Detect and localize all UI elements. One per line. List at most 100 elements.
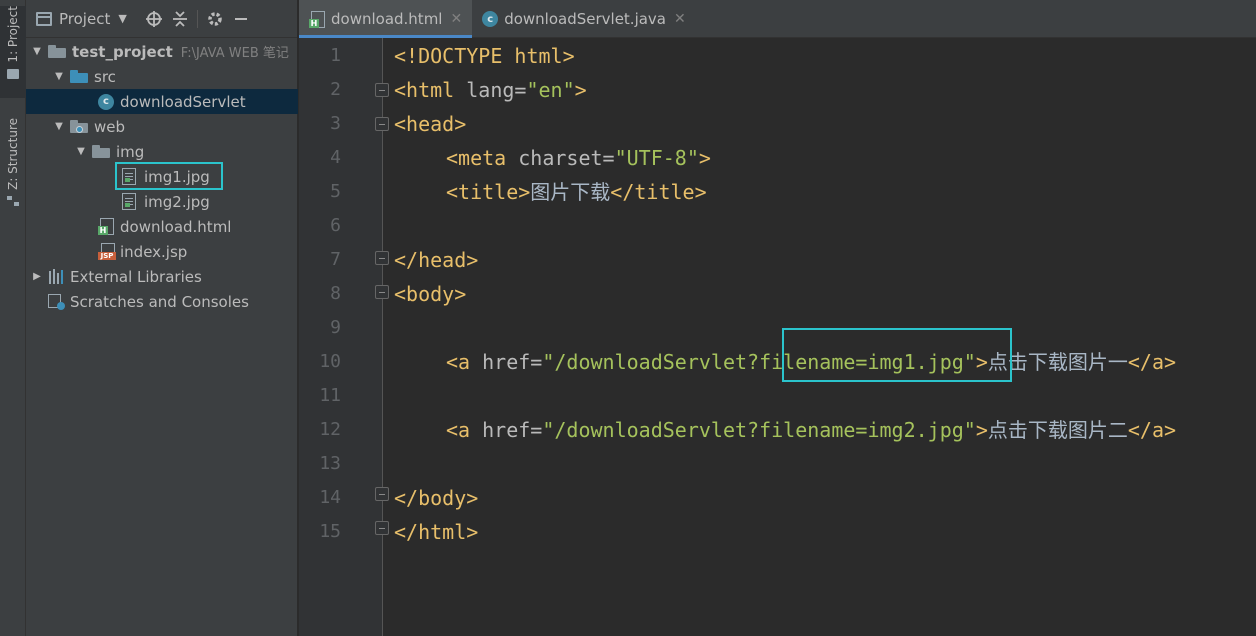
java-class-icon: c bbox=[98, 93, 114, 110]
fold-marker-icon[interactable] bbox=[375, 285, 389, 299]
line-number: 9 bbox=[330, 317, 341, 338]
tree-item-label: download.html bbox=[120, 217, 232, 236]
html-file-icon bbox=[98, 218, 114, 235]
tab-downloadservlet-java[interactable]: c downloadServlet.java ✕ bbox=[472, 0, 696, 38]
code-token: "en" bbox=[526, 78, 575, 102]
tree-item-label: img bbox=[116, 142, 145, 161]
module-folder-icon bbox=[48, 45, 66, 58]
line-number: 12 bbox=[319, 419, 341, 440]
tree-item-label: img1.jpg bbox=[144, 167, 210, 186]
structure-tool-tab-label: Z: Structure bbox=[6, 118, 20, 190]
tree-item-external-libraries[interactable]: ▶ External Libraries bbox=[26, 264, 298, 289]
line-number: 4 bbox=[330, 147, 341, 168]
code-line-4: <meta charset="UTF-8"> bbox=[446, 141, 711, 175]
code-token: <html bbox=[394, 78, 455, 102]
chevron-right-icon[interactable]: ▶ bbox=[30, 271, 44, 282]
code-token: </a> bbox=[1127, 418, 1177, 442]
project-view-icon bbox=[36, 11, 52, 26]
fold-marker-icon[interactable] bbox=[375, 251, 389, 265]
html-file-icon bbox=[309, 10, 325, 28]
code-line-3: <head> bbox=[394, 107, 466, 141]
code-editor[interactable]: 1 2 3 4 5 6 7 8 9 10 11 12 13 14 15 <!DO… bbox=[299, 38, 1256, 636]
minimize-icon[interactable] bbox=[228, 6, 254, 32]
line-number: 14 bbox=[319, 487, 341, 508]
line-number: 3 bbox=[330, 113, 341, 134]
code-token: "/downloadServlet?filename=img1.jpg" bbox=[542, 350, 976, 374]
project-tool-icon bbox=[7, 68, 19, 79]
tree-item-web[interactable]: ▼ web bbox=[26, 114, 298, 139]
web-folder-icon bbox=[70, 120, 88, 133]
line-number: 6 bbox=[330, 215, 341, 236]
fold-marker-icon[interactable] bbox=[375, 117, 389, 131]
chevron-down-icon[interactable]: ▼ bbox=[30, 46, 44, 57]
close-icon[interactable]: ✕ bbox=[450, 11, 462, 27]
code-token: 点击下载图片一 bbox=[987, 350, 1128, 374]
locate-target-icon[interactable] bbox=[141, 6, 167, 32]
project-tool-tab-label: 1: Project bbox=[6, 6, 20, 63]
line-number: 2 bbox=[330, 79, 341, 100]
code-token: </head> bbox=[394, 248, 479, 272]
tab-label: download.html bbox=[331, 10, 443, 28]
line-number: 7 bbox=[330, 249, 341, 270]
code-line-8: <body> bbox=[394, 277, 466, 311]
web-dot-icon bbox=[76, 126, 83, 133]
fold-marker-icon[interactable] bbox=[375, 83, 389, 97]
tree-item-label: web bbox=[94, 117, 126, 136]
code-token: <title> bbox=[446, 180, 531, 204]
chevron-down-icon[interactable]: ▼ bbox=[52, 71, 66, 82]
code-line-7: </head> bbox=[394, 243, 478, 277]
code-token: > bbox=[975, 350, 988, 374]
gear-icon[interactable] bbox=[202, 6, 228, 32]
source-folder-icon bbox=[70, 70, 88, 83]
tree-item-label: test_project bbox=[72, 42, 173, 61]
tab-download-html[interactable]: download.html ✕ bbox=[299, 0, 473, 38]
tree-item-index-jsp[interactable]: index.jsp bbox=[26, 239, 298, 264]
image-file-icon bbox=[122, 193, 136, 210]
line-number: 8 bbox=[330, 283, 341, 304]
tree-item-label: External Libraries bbox=[70, 267, 202, 286]
code-token: > bbox=[975, 418, 988, 442]
jsp-file-icon bbox=[98, 243, 116, 260]
header-divider bbox=[196, 9, 198, 28]
structure-tool-icon bbox=[7, 195, 19, 206]
code-line-15: </html> bbox=[394, 515, 478, 549]
chevron-down-icon[interactable]: ▼ bbox=[74, 146, 88, 157]
collapse-all-icon[interactable] bbox=[167, 6, 193, 32]
chevron-down-icon[interactable]: ▼ bbox=[52, 121, 66, 132]
tree-item-test-project[interactable]: ▼ test_project F:\JAVA WEB 笔记 bbox=[26, 39, 298, 64]
tree-item-downloadservlet[interactable]: c downloadServlet bbox=[26, 89, 298, 114]
tree-item-img1[interactable]: img1.jpg bbox=[26, 164, 298, 189]
code-line-14: </body> bbox=[394, 481, 478, 515]
line-number: 10 bbox=[319, 351, 341, 372]
java-class-icon: c bbox=[482, 11, 499, 27]
tree-item-label: img2.jpg bbox=[144, 192, 210, 211]
code-token: <!DOCTYPE html> bbox=[394, 44, 575, 68]
code-line-1: <!DOCTYPE html> bbox=[394, 39, 575, 73]
tree-item-scratches[interactable]: Scratches and Consoles bbox=[26, 289, 298, 314]
code-line-2: <html lang="en"> bbox=[394, 73, 587, 107]
structure-tool-tab[interactable]: Z: Structure bbox=[0, 118, 26, 218]
project-tool-tab[interactable]: 1: Project bbox=[0, 6, 26, 98]
fold-marker-icon[interactable] bbox=[375, 521, 389, 535]
close-icon[interactable]: ✕ bbox=[674, 11, 686, 27]
chevron-down-icon[interactable]: ▼ bbox=[118, 12, 126, 25]
tree-item-label: Scratches and Consoles bbox=[70, 292, 249, 311]
tool-window-strip: 1: Project Z: Structure bbox=[0, 0, 26, 636]
image-file-icon bbox=[122, 168, 136, 185]
editor-tab-bar: download.html ✕ c downloadServlet.java ✕ bbox=[299, 0, 1256, 38]
tree-item-download-html[interactable]: download.html bbox=[26, 214, 298, 239]
line-number: 15 bbox=[319, 521, 341, 542]
tree-item-img2[interactable]: img2.jpg bbox=[26, 189, 298, 214]
code-token: <a bbox=[446, 350, 471, 374]
code-token: lang= bbox=[454, 78, 527, 102]
project-panel-header: Project ▼ bbox=[26, 0, 297, 38]
tree-item-img[interactable]: ▼ img bbox=[26, 139, 298, 164]
code-token: > bbox=[698, 146, 711, 170]
code-line-5: <title>图片下载</title> bbox=[446, 175, 707, 209]
code-token: <head> bbox=[394, 112, 467, 136]
code-token: </a> bbox=[1127, 350, 1177, 374]
tree-item-src[interactable]: ▼ src bbox=[26, 64, 298, 89]
code-token: </html> bbox=[394, 520, 479, 544]
project-view-selector[interactable]: Project bbox=[59, 10, 110, 28]
fold-marker-icon[interactable] bbox=[375, 487, 389, 501]
